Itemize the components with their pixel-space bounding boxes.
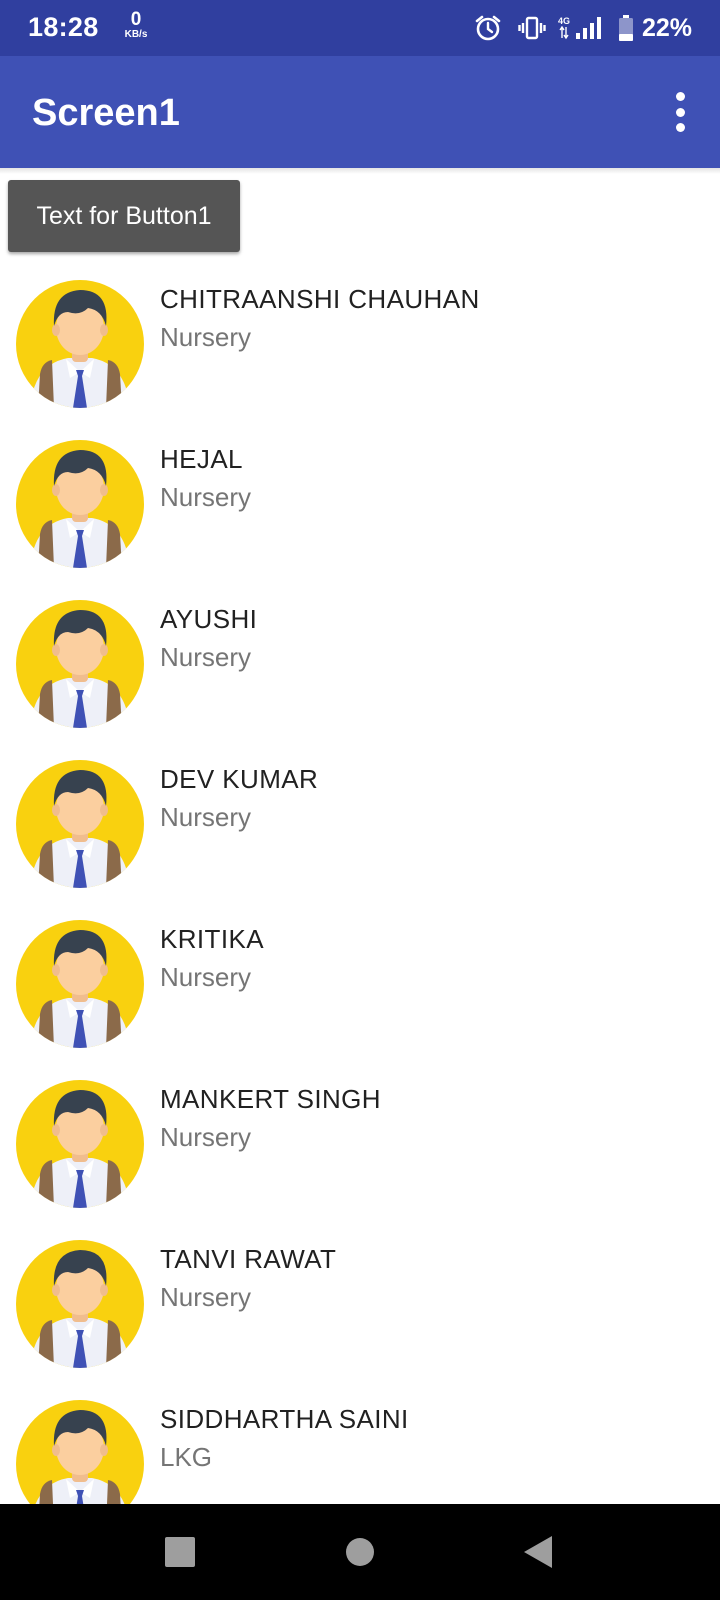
student-name: MANKERT SINGH bbox=[160, 1084, 381, 1114]
student-name: DEV KUMAR bbox=[160, 764, 319, 794]
network-speed-unit: KB/s bbox=[124, 29, 148, 40]
student-class: Nursery bbox=[160, 482, 252, 512]
list-item[interactable]: CHITRAANSHI CHAUHAN Nursery bbox=[0, 276, 720, 436]
student-avatar-icon bbox=[16, 280, 144, 408]
student-class: Nursery bbox=[160, 962, 252, 992]
more-vert-icon[interactable] bbox=[672, 92, 688, 132]
student-avatar-icon bbox=[16, 440, 144, 568]
student-avatar-icon bbox=[16, 1400, 144, 1504]
app-bar: Screen1 bbox=[0, 56, 720, 168]
student-class: LKG bbox=[160, 1442, 213, 1472]
menu-dot bbox=[675, 92, 685, 101]
app-bar-shadow bbox=[0, 168, 720, 174]
student-name: HEJAL bbox=[160, 444, 243, 474]
button1[interactable]: Text for Button1 bbox=[8, 180, 240, 252]
screen-title: Screen1 bbox=[32, 92, 180, 134]
status-time: 18:28 bbox=[28, 12, 99, 42]
menu-dot bbox=[675, 123, 685, 132]
list-item[interactable]: KRITIKA Nursery bbox=[0, 916, 720, 1076]
back-triangle-icon[interactable] bbox=[514, 1528, 562, 1576]
student-name: KRITIKA bbox=[160, 924, 264, 954]
list-item[interactable]: HEJAL Nursery bbox=[0, 436, 720, 596]
student-name: AYUSHI bbox=[160, 604, 258, 634]
student-avatar-icon bbox=[16, 600, 144, 728]
recents-square-icon[interactable] bbox=[156, 1528, 204, 1576]
student-class: Nursery bbox=[160, 642, 252, 672]
list-item[interactable]: MANKERT SINGH Nursery bbox=[0, 1076, 720, 1236]
student-name: SIDDHARTHA SAINI bbox=[160, 1404, 409, 1434]
signal-icon: 4G 4G bbox=[558, 14, 606, 42]
student-name: TANVI RAWAT bbox=[160, 1244, 337, 1274]
system-nav-bar bbox=[0, 1504, 720, 1600]
list-item[interactable]: DEV KUMAR Nursery bbox=[0, 756, 720, 916]
network-speed: 0 KB/s bbox=[116, 10, 156, 40]
student-class: Nursery bbox=[160, 322, 252, 352]
alarm-icon bbox=[474, 14, 502, 42]
student-class: Nursery bbox=[160, 802, 252, 832]
student-avatar-icon bbox=[16, 1240, 144, 1368]
menu-dot bbox=[675, 107, 685, 117]
student-class: Nursery bbox=[160, 1282, 252, 1312]
battery-icon bbox=[618, 14, 634, 42]
svg-text:4G: 4G bbox=[558, 16, 570, 26]
list-item[interactable]: TANVI RAWAT Nursery bbox=[0, 1236, 720, 1396]
vibrate-icon bbox=[518, 14, 546, 42]
student-avatar-icon bbox=[16, 1080, 144, 1208]
list-item[interactable]: AYUSHI Nursery bbox=[0, 596, 720, 756]
home-circle-icon[interactable] bbox=[336, 1528, 384, 1576]
student-avatar-icon bbox=[16, 760, 144, 888]
battery-percent: 22% bbox=[641, 13, 692, 42]
status-bar: 18:28 0 KB/s 4G 22% bbox=[0, 0, 720, 56]
network-speed-value: 0 bbox=[130, 9, 142, 30]
student-class: Nursery bbox=[160, 1122, 252, 1152]
student-name: CHITRAANSHI CHAUHAN bbox=[160, 284, 480, 314]
student-avatar-icon bbox=[16, 920, 144, 1048]
status-icons: 4G 4G 22% bbox=[462, 8, 692, 48]
list-item[interactable]: SIDDHARTHA SAINI LKG bbox=[0, 1396, 720, 1504]
student-list[interactable]: CHITRAANSHI CHAUHAN Nursery HEJAL Nursery bbox=[0, 276, 720, 1504]
